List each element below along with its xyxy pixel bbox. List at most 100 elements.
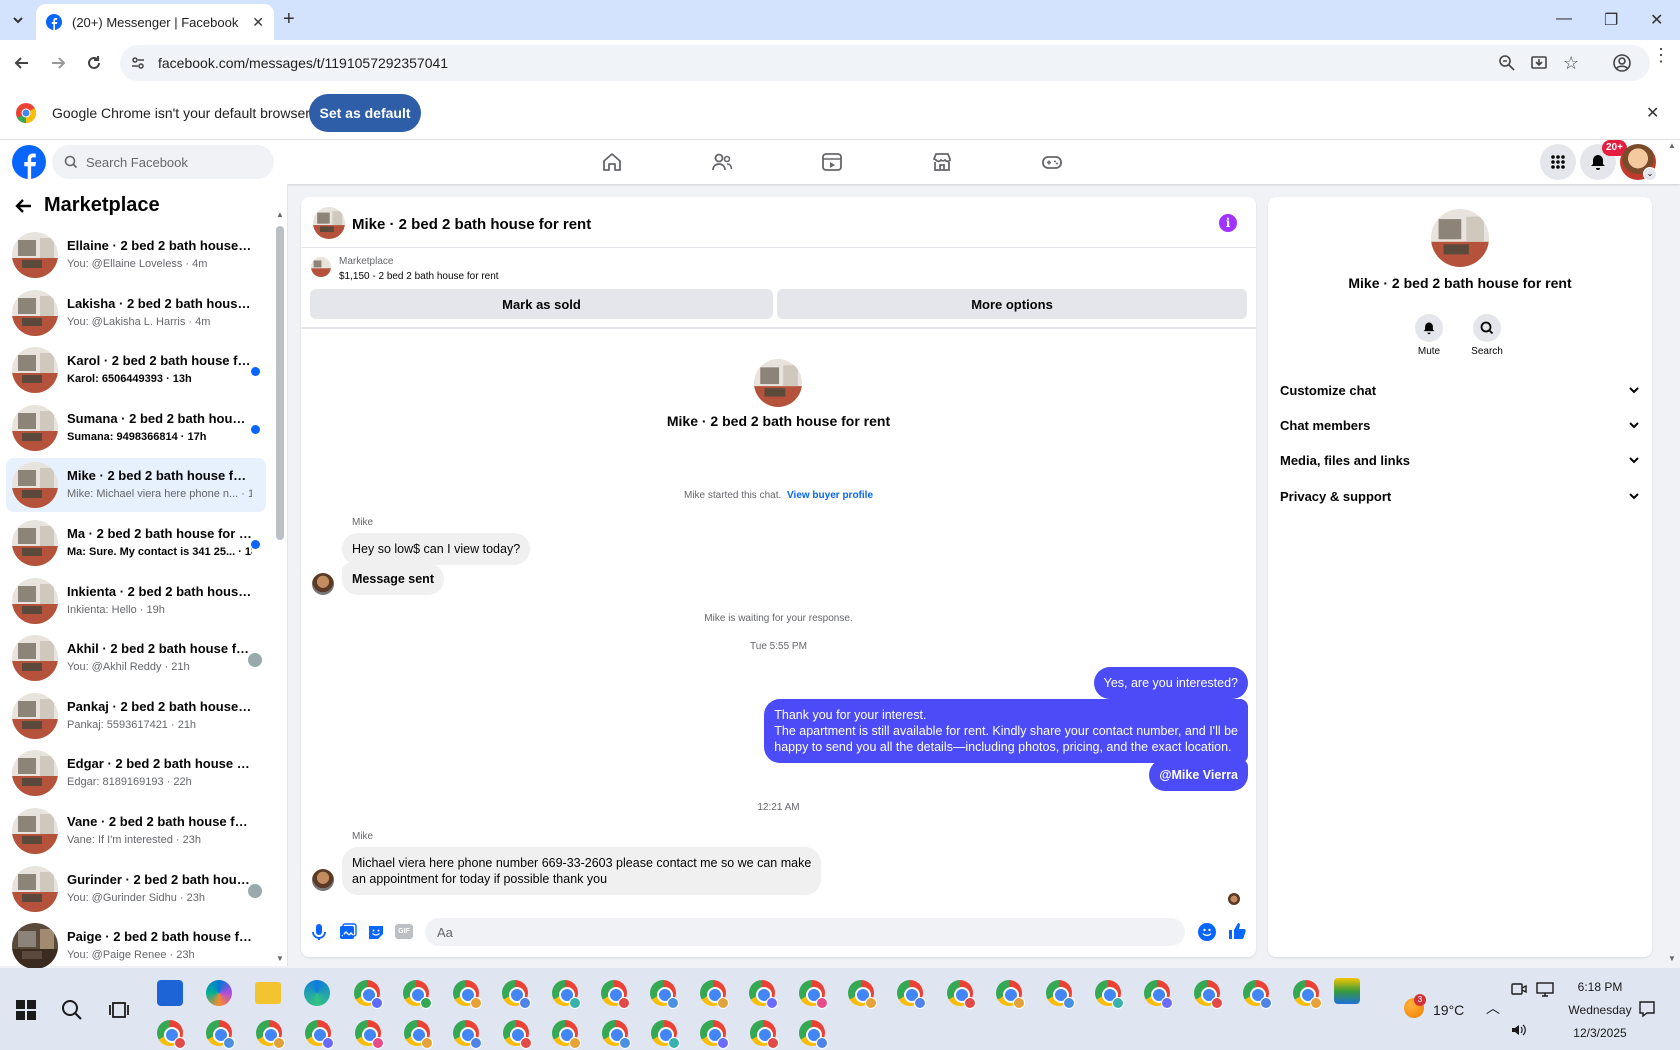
attach-photo-icon[interactable] [339,923,357,941]
taskbar-search-icon[interactable] [60,998,84,1022]
chrome-profile-icon[interactable] [601,1020,631,1049]
listing-title[interactable]: $1,150 - 2 bed 2 bath house for rent [339,271,499,282]
chrome-profile-icon[interactable] [700,1020,730,1049]
scroll-up-icon[interactable]: ▲ [276,210,284,219]
details-section[interactable]: Chat members [1280,409,1640,441]
chrome-profile-icon[interactable] [551,980,581,1009]
sender-avatar-2[interactable] [312,869,334,891]
facebook-search-input[interactable]: Search Facebook [52,145,274,179]
chrome-profile-icon[interactable] [1193,980,1223,1009]
chrome-profile-icon[interactable] [354,980,383,1009]
chrome-profile-icon[interactable] [749,1020,779,1049]
emoji-icon[interactable] [1198,923,1216,941]
chrome-profile-icon[interactable] [897,980,927,1009]
outgoing-mention[interactable]: @Mike Vierra [1149,759,1248,791]
chrome-profile-icon[interactable] [650,980,680,1009]
chrome-profile-icon[interactable] [946,980,976,1009]
chat-list-item[interactable]: Lakisha · 2 bed 2 bath house for... You: … [6,286,266,340]
chrome-profile-icon[interactable] [699,980,729,1009]
gif-icon[interactable]: GIF [395,924,413,939]
chrome-profile-icon[interactable] [552,1020,582,1049]
chrome-profile-icon[interactable] [1095,980,1124,1009]
infobar-close-icon[interactable]: ✕ [1646,103,1659,123]
chrome-profile-icon[interactable] [206,1020,236,1049]
chrome-profile-icon[interactable] [1292,980,1322,1009]
chrome-profile-icon[interactable] [157,1020,186,1049]
chrome-profile-icon[interactable] [1045,980,1075,1009]
window-close-icon[interactable]: ✕ [1650,10,1663,30]
tab-messenger[interactable]: (20+) Messenger | Facebook ✕ [36,4,274,40]
chrome-profile-icon[interactable] [798,980,828,1009]
store-app-icon[interactable] [157,980,183,1006]
details-section[interactable]: Customize chat [1280,374,1640,406]
network-icon[interactable] [1536,981,1554,997]
scroll-down-icon[interactable]: ▼ [276,954,284,963]
chrome-profile-icon[interactable] [452,980,482,1009]
chrome-profile-icon[interactable] [1243,980,1273,1009]
view-buyer-profile-link[interactable]: View buyer profile [787,490,873,501]
chrome-profile-icon[interactable] [354,1020,384,1049]
chrome-profile-icon[interactable] [651,1020,680,1049]
chrome-profile-icon[interactable] [996,980,1026,1009]
chat-list-item[interactable]: Edgar · 2 bed 2 bath house for r... Edgar… [6,746,266,800]
notification-center-icon[interactable] [1638,1000,1656,1018]
chrome-profile-icon[interactable] [1144,980,1174,1009]
menu-grid-icon[interactable] [1540,144,1576,180]
nav-marketplace-icon[interactable] [931,151,953,173]
details-avatar[interactable] [1431,209,1489,267]
chat-list-item[interactable]: Gurinder · 2 bed 2 bath hous... You: @Gur… [6,862,266,916]
like-thumb-icon[interactable] [1227,921,1247,941]
more-options-button[interactable]: More options [777,289,1247,319]
details-section[interactable]: Media, files and links [1280,444,1640,476]
mark-as-sold-button[interactable]: Mark as sold [310,289,773,319]
chat-header-title[interactable]: Mike · 2 bed 2 bath house for rent [352,216,591,233]
chat-list-item[interactable]: Mike · 2 bed 2 bath house for r... Mike: … [6,458,266,513]
minimize-icon[interactable]: — [1556,10,1572,28]
bookmark-star-icon[interactable]: ☆ [1563,53,1579,74]
sender-avatar[interactable] [312,573,334,595]
volume-icon[interactable] [1510,1022,1528,1038]
chrome-profile-icon[interactable] [403,980,433,1009]
site-info-icon[interactable] [130,55,146,71]
chat-list-item[interactable]: Pankaj · 2 bed 2 bath house for ... Panka… [6,689,266,743]
install-app-icon[interactable] [1530,54,1548,72]
back-icon[interactable] [12,53,32,73]
file-explorer-icon[interactable] [255,982,281,1004]
listing-thumbnail[interactable] [311,257,331,277]
chrome-profile-icon[interactable] [255,1020,285,1049]
tray-chevron-icon[interactable]: ︿ [1486,998,1500,1018]
outgoing-message-long[interactable]: Thank you for your interest. The apartme… [764,699,1248,763]
outgoing-message[interactable]: Yes, are you interested? [1093,667,1248,699]
nav-friends-icon[interactable] [711,151,733,173]
message-composer-input[interactable]: Aa [425,918,1185,946]
account-chevron-icon[interactable]: ⌄ [1643,167,1657,181]
app-stack-icon[interactable] [1334,978,1360,1004]
intro-avatar[interactable] [754,359,802,407]
windows-start-icon[interactable] [16,1000,36,1020]
meet-icon[interactable] [1511,981,1527,997]
details-section[interactable]: Privacy & support [1280,480,1640,512]
back-arrow-icon[interactable] [14,196,34,216]
profile-icon[interactable] [1612,53,1632,73]
set-default-button[interactable]: Set as default [309,94,421,132]
conversation-info-icon[interactable]: i [1219,214,1237,232]
nav-gaming-icon[interactable] [1041,151,1063,173]
chat-list-item[interactable]: Inkienta · 2 bed 2 bath house fo... Inkie… [6,574,266,628]
copilot-icon[interactable] [206,980,232,1006]
clock-day[interactable]: Wednesday [1556,1003,1644,1017]
chrome-profile-icon[interactable] [749,980,779,1009]
incoming-message[interactable]: Hey so low$ can I view today? [342,533,531,565]
nav-video-icon[interactable] [821,151,843,173]
voice-clip-icon[interactable] [311,923,327,941]
chat-list-item[interactable]: Ma · 2 bed 2 bath house for r... Ma: Sure… [6,516,266,570]
chrome-profile-icon[interactable] [404,1020,433,1049]
search-in-chat-button[interactable] [1473,314,1501,342]
chrome-profile-icon[interactable] [453,1020,483,1049]
page-scroll-down-icon[interactable]: ▼ [1668,954,1676,963]
mute-button[interactable] [1415,314,1443,342]
incoming-phone-message[interactable]: Michael viera here phone number 669-33-2… [342,847,822,895]
chat-list-item[interactable]: Akhil · 2 bed 2 bath house for... You: @A… [6,631,266,685]
tab-close-icon[interactable]: ✕ [252,14,264,31]
chrome-profile-icon[interactable] [799,1020,829,1049]
chat-list-item[interactable]: Vane · 2 bed 2 bath house for r... Vane: … [6,804,266,858]
